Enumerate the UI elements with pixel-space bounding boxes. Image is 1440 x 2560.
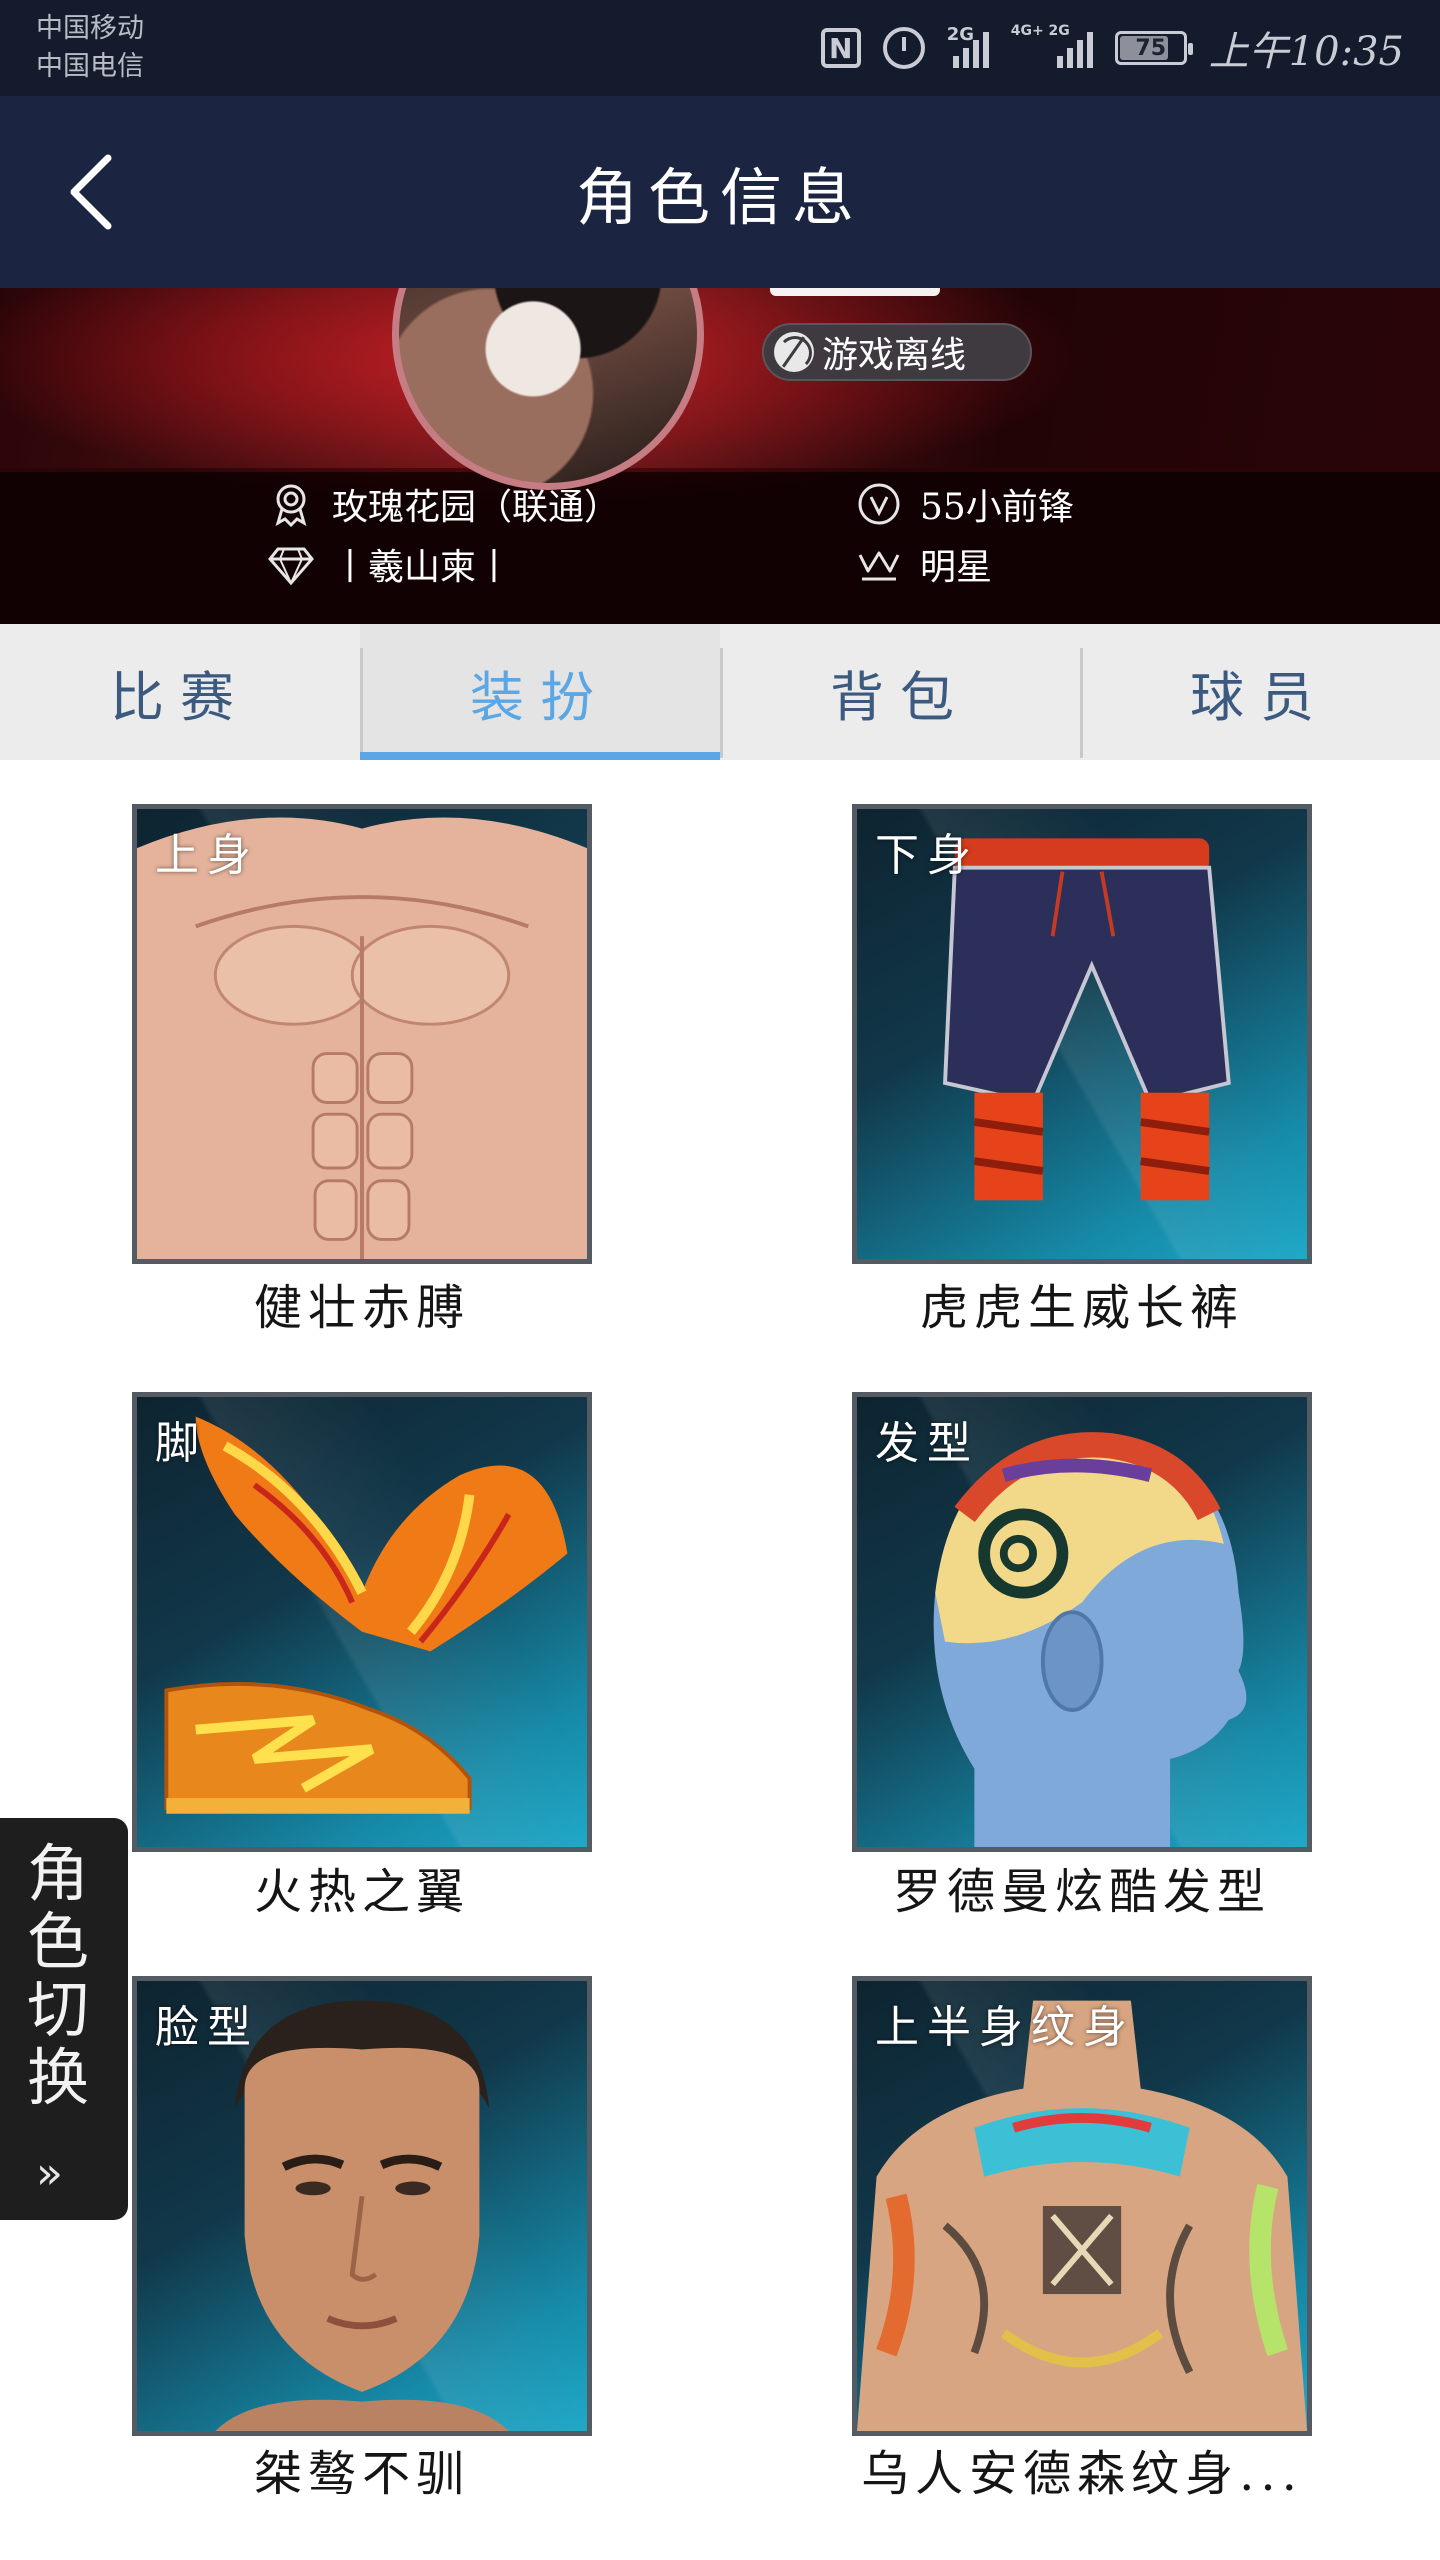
carrier-2: 中国电信 bbox=[36, 51, 144, 82]
item-card-upper-body[interactable]: 上身 bbox=[132, 804, 592, 1264]
club-info: 丨羲山柬丨 bbox=[268, 538, 512, 590]
item-name: 桀骜不驯 bbox=[253, 2446, 470, 2502]
tab-backpack[interactable]: 背包 bbox=[720, 624, 1080, 760]
crown-icon bbox=[858, 551, 900, 581]
profile-info-strip bbox=[0, 472, 1440, 624]
player-name-partial bbox=[770, 288, 940, 296]
item-card-upper-tattoo[interactable]: 上半身纹身 bbox=[852, 1976, 1312, 2436]
item-slot-label: 下身 bbox=[875, 830, 979, 881]
team-name: 玫瑰花园（联通） bbox=[332, 487, 621, 528]
status-bar: 中国移动 中国电信 N 2G 4G+ 2G 75 上午10:35 bbox=[0, 0, 1440, 96]
signal-2-label: 4G+ 2G bbox=[1010, 23, 1070, 39]
item-card-lower-body[interactable]: 下身 bbox=[852, 804, 1312, 1264]
switch-role-label: 角色切换 bbox=[26, 1837, 89, 2114]
battery-level: 75 bbox=[1135, 35, 1167, 61]
diamond-icon bbox=[268, 547, 314, 586]
online-status-badge: 游戏离线 bbox=[762, 323, 1032, 381]
item-card-face[interactable]: 脸型 bbox=[132, 1976, 592, 2436]
item-name: 健壮赤膊 bbox=[253, 1280, 470, 1336]
medal-icon bbox=[275, 484, 307, 527]
item-name: 罗德曼炫酷发型 bbox=[892, 1864, 1271, 1920]
item-name: 火热之翼 bbox=[253, 1864, 470, 1920]
item-name: 虎虎生威长裤 bbox=[919, 1280, 1244, 1336]
status-icons: N 2G 4G+ 2G 75 上午10:35 bbox=[820, 22, 1404, 75]
team-info: 玫瑰花园（联通） bbox=[268, 478, 620, 530]
carrier-labels: 中国移动 中国电信 bbox=[36, 10, 144, 86]
switch-role-tab[interactable]: 角色切换 » bbox=[0, 1818, 128, 2220]
chevron-left-icon bbox=[70, 154, 112, 230]
signal-2g-icon: 2G bbox=[947, 24, 989, 68]
item-name: 乌人安德森纹身... bbox=[861, 2446, 1303, 2502]
basketball-icon bbox=[774, 332, 814, 372]
profile-banner: 游戏离线 玫瑰花园（联通） 55小前锋 丨羲山柬丨 明星 bbox=[0, 288, 1440, 624]
double-chevron-right-icon: » bbox=[36, 2148, 63, 2199]
rank-info: 明星 bbox=[856, 538, 992, 590]
page-title: 角色信息 bbox=[575, 161, 864, 234]
tab-match[interactable]: 比赛 bbox=[0, 624, 360, 760]
battery-icon: 75 bbox=[1114, 31, 1193, 65]
carrier-1: 中国移动 bbox=[36, 13, 144, 44]
nfc-icon: N bbox=[820, 28, 861, 68]
banner-shine bbox=[0, 288, 1440, 468]
back-button[interactable] bbox=[62, 150, 142, 234]
online-status-text: 游戏离线 bbox=[822, 335, 967, 376]
player-position: 55小前锋 bbox=[920, 487, 1074, 528]
item-slot-label: 发型 bbox=[875, 1418, 979, 1469]
item-slot-label: 上身 bbox=[155, 830, 259, 881]
item-slot-label: 上半身纹身 bbox=[875, 2002, 1135, 2053]
item-slot-label: 脸型 bbox=[155, 2002, 259, 2053]
item-card-hairstyle[interactable]: 发型 bbox=[852, 1392, 1312, 1852]
tab-players[interactable]: 球员 bbox=[1080, 624, 1440, 760]
nav-bar: 角色信息 bbox=[0, 96, 1440, 288]
signal-4g-icon: 4G+ 2G bbox=[1011, 24, 1093, 68]
rank-title: 明星 bbox=[920, 547, 993, 588]
tab-outfit[interactable]: 装扮 bbox=[360, 624, 720, 760]
signal-1-label: 2G bbox=[946, 24, 975, 45]
alarm-icon bbox=[882, 27, 925, 69]
club-name: 丨羲山柬丨 bbox=[332, 547, 513, 588]
tab-bar: 比赛 装扮 背包 球员 bbox=[0, 624, 1440, 760]
clock-time: 上午10:35 bbox=[1208, 29, 1404, 75]
position-info: 55小前锋 bbox=[856, 478, 1074, 530]
item-card-shoes[interactable]: 脚 bbox=[132, 1392, 592, 1852]
item-slot-label: 脚 bbox=[155, 1418, 207, 1469]
position-icon bbox=[858, 483, 900, 525]
